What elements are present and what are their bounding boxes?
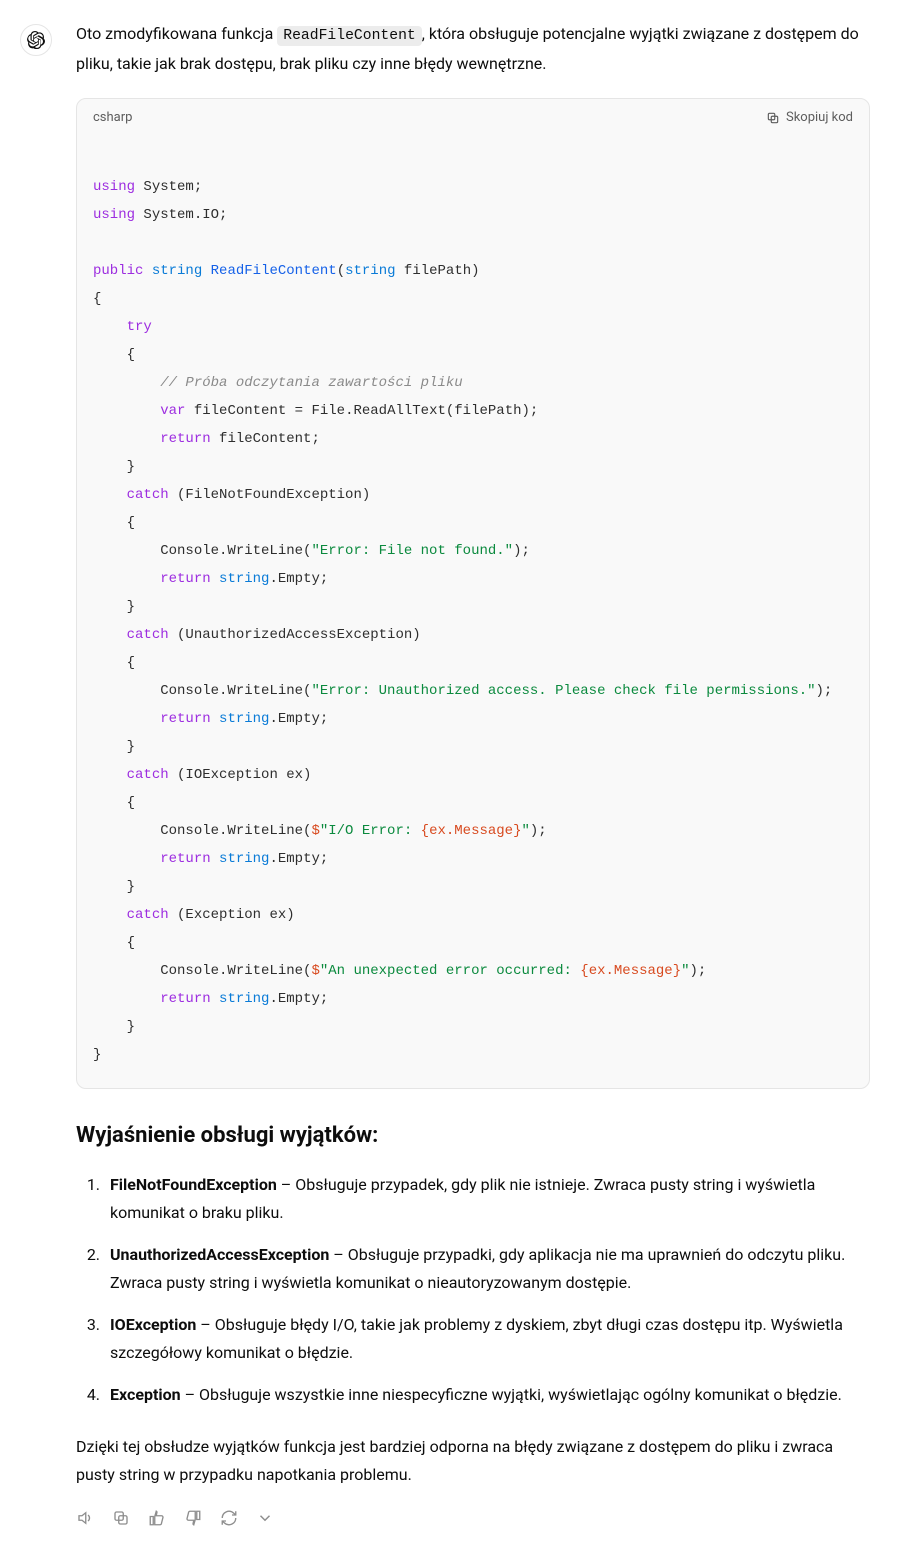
- assistant-message: Oto zmodyfikowana funkcja ReadFileConten…: [20, 20, 870, 1527]
- exception-name: UnauthorizedAccessException: [110, 1245, 329, 1264]
- exception-name: IOException: [110, 1315, 196, 1334]
- copy-code-button[interactable]: Skopiuj kod: [766, 107, 853, 130]
- copy-label: Skopiuj kod: [786, 107, 853, 130]
- regenerate-icon: [220, 1509, 238, 1527]
- exception-name: Exception: [110, 1385, 181, 1404]
- copy-icon: [112, 1509, 130, 1527]
- message-actions: [76, 1509, 870, 1527]
- openai-logo-icon: [27, 31, 45, 49]
- thumbs-down-button[interactable]: [184, 1509, 202, 1527]
- regenerate-button[interactable]: [220, 1509, 238, 1527]
- outro-paragraph: Dzięki tej obsłudze wyjątków funkcja jes…: [76, 1433, 870, 1489]
- list-item: FileNotFoundException – Obsługuje przypa…: [104, 1171, 870, 1227]
- copy-message-button[interactable]: [112, 1509, 130, 1527]
- assistant-avatar: [20, 24, 52, 56]
- thumbs-up-icon: [148, 1509, 166, 1527]
- code-header: csharp Skopiuj kod: [77, 99, 869, 138]
- intro-before: Oto zmodyfikowana funkcja: [76, 24, 277, 43]
- copy-icon: [766, 111, 780, 125]
- list-item: UnauthorizedAccessException – Obsługuje …: [104, 1241, 870, 1297]
- exception-desc: – Obsługuje błędy I/O, takie jak problem…: [110, 1315, 843, 1362]
- code-pre[interactable]: using System; using System.IO; public st…: [77, 138, 869, 1088]
- thumbs-down-icon: [184, 1509, 202, 1527]
- intro-paragraph: Oto zmodyfikowana funkcja ReadFileConten…: [76, 20, 870, 78]
- code-content: using System; using System.IO; public st…: [93, 179, 832, 1063]
- chevron-down-icon: [256, 1509, 274, 1527]
- read-aloud-button[interactable]: [76, 1509, 94, 1527]
- code-block: csharp Skopiuj kod using System; using S…: [76, 98, 870, 1089]
- message-content: Oto zmodyfikowana funkcja ReadFileConten…: [76, 20, 870, 1527]
- more-options-button[interactable]: [256, 1509, 274, 1527]
- code-lang-label: csharp: [93, 107, 132, 130]
- exception-desc: – Obsługuje wszystkie inne niespecyficzn…: [181, 1385, 842, 1404]
- list-item: IOException – Obsługuje błędy I/O, takie…: [104, 1311, 870, 1367]
- explanation-heading: Wyjaśnienie obsługi wyjątków:: [76, 1117, 870, 1156]
- inline-code: ReadFileContent: [277, 26, 422, 46]
- list-item: Exception – Obsługuje wszystkie inne nie…: [104, 1381, 870, 1409]
- speaker-icon: [76, 1509, 94, 1527]
- exception-name: FileNotFoundException: [110, 1175, 277, 1194]
- explanation-list: FileNotFoundException – Obsługuje przypa…: [76, 1171, 870, 1409]
- thumbs-up-button[interactable]: [148, 1509, 166, 1527]
